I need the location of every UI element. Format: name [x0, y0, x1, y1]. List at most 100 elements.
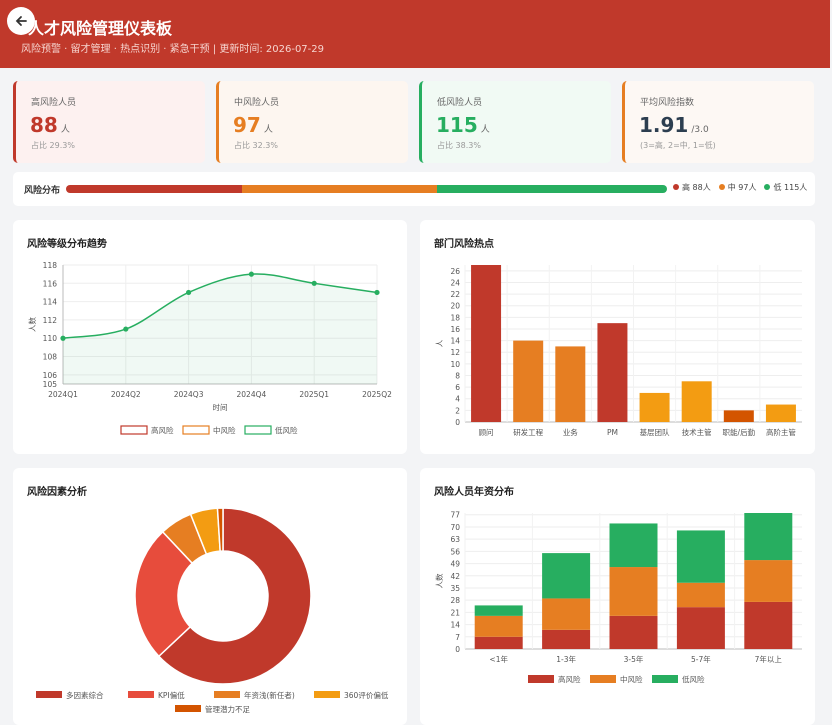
back-button[interactable] — [7, 7, 35, 35]
y-tick-label: 12 — [450, 348, 460, 357]
y-tick-label: 70 — [450, 523, 460, 532]
y-tick-label: 10 — [450, 360, 460, 369]
distribution-label: 风险分布 — [24, 186, 61, 196]
department-card: 部门风险热点 0 2 4 6 8 10 12 14 16 18 20 22 24 26 人顾问 研发工程 业务 P… — [420, 220, 815, 454]
factor-donut-chart: 多因素综合 KPI偏低 年资浅(新任者) 360评价偏低管理潜力不足 — [36, 507, 389, 714]
distribution-segment — [436, 185, 667, 193]
legend-label: KPI偏低 — [158, 690, 185, 700]
y-tick-label: 14 — [450, 337, 460, 346]
stacked-bar-segment — [474, 605, 523, 616]
trend-chart: 105106 108 110 112 114 116 118 2024Q1 2024Q2 2024… — [27, 261, 392, 435]
y-tick-label: 108 — [43, 353, 58, 362]
x-tick-label: 1-3年 — [556, 654, 576, 664]
legend-swatch — [214, 691, 240, 698]
kpi-note: 占比 29.3% — [31, 141, 75, 150]
x-tick-label: 基层团队 — [640, 427, 670, 437]
x-tick-label: 2024Q1 — [48, 390, 78, 399]
distribution-track — [66, 185, 667, 193]
distribution-legend-item: 低 115人 — [764, 182, 807, 193]
stacked-bar-segment — [542, 553, 591, 599]
bar — [639, 392, 670, 422]
tenure-card: 风险人员年资分布 0 7 14 21 28 35 42 49 56 63 70 77 人数 <1年 1-3年… — [420, 468, 815, 725]
legend-dot — [673, 184, 679, 190]
y-tick-label: 114 — [43, 298, 58, 307]
legend-swatch — [314, 691, 340, 698]
trend-card: 风险等级分布趋势 105 106 108 110 112 114 116 118 2024Q1 2… — [13, 220, 407, 454]
kpi-note: 占比 38.3% — [437, 141, 481, 150]
legend-label: 中风险 — [213, 425, 236, 435]
legend-dot — [718, 184, 725, 190]
legend-swatch — [36, 691, 62, 698]
risk-distribution-bar: 风险分布 高 88人中 97人低 115人 — [13, 172, 815, 206]
y-tick-label: 4 — [455, 395, 460, 404]
y-tick-label: 63 — [450, 535, 460, 544]
y-tick-label: 24 — [450, 278, 460, 287]
legend-dot — [764, 184, 771, 190]
y-tick-label: 42 — [450, 572, 460, 581]
legend-label: 高风险 — [151, 425, 174, 435]
kpi-label: 中风险人员 — [234, 98, 280, 108]
x-tick-label: 高阶主管 — [766, 427, 796, 437]
kpi-card-high-risk: 高风险人员 88 人 占比 29.3% — [13, 81, 205, 163]
distribution-segment — [66, 185, 243, 193]
legend-label: 年资浅(新任者) — [244, 690, 295, 700]
legend-swatch — [652, 675, 678, 683]
app-header: 人才风险管理仪表板 风险预警 · 留才管理 · 热点识别 · 紧急干预 | 更新… — [0, 0, 830, 68]
kpi-card-medium-risk: 中风险人员 97 人 占比 32.3% — [216, 81, 408, 163]
kpi-number: 115 — [436, 113, 478, 137]
y-tick-label: 21 — [450, 608, 460, 617]
arrow-left-icon — [15, 16, 27, 26]
y-tick-label: 56 — [450, 547, 460, 556]
legend-swatch — [128, 691, 154, 698]
y-axis-label: 人数 — [434, 573, 444, 588]
x-tick-label: 2025Q2 — [362, 390, 392, 399]
bar — [765, 404, 796, 422]
y-tick-label: 118 — [43, 261, 58, 270]
y-tick-label: 8 — [455, 371, 460, 380]
kpi-label: 高风险人员 — [31, 98, 77, 108]
legend-swatch — [590, 675, 616, 683]
x-tick-label: 7年以上 — [755, 654, 783, 664]
y-tick-label: 28 — [450, 596, 460, 605]
kpi-unit: 人 — [263, 125, 273, 135]
legend-swatch — [175, 705, 201, 712]
x-tick-label: 研发工程 — [513, 427, 543, 437]
series-area — [63, 273, 377, 384]
stacked-bar-segment — [744, 513, 793, 561]
y-tick-label: 77 — [450, 511, 460, 520]
x-tick-label: 5-7年 — [691, 654, 711, 664]
y-tick-label: 105 — [43, 380, 58, 389]
y-axis-label: 人 — [435, 339, 444, 347]
bar — [513, 340, 544, 422]
bar — [597, 323, 628, 422]
x-tick-label: 2024Q3 — [174, 390, 204, 399]
y-tick-label: 16 — [450, 325, 460, 334]
distribution-segment — [242, 185, 437, 193]
data-point — [374, 289, 380, 296]
kpi-value: 97 人 — [233, 113, 273, 137]
legend-swatch — [120, 425, 148, 435]
kpi-label: 平均风险指数 — [640, 98, 695, 108]
legend-swatch — [528, 675, 554, 683]
y-tick-label: 26 — [450, 267, 460, 276]
y-tick-label: 20 — [450, 302, 460, 311]
bar — [555, 346, 586, 422]
bar — [471, 265, 502, 422]
stacked-bar-segment — [542, 598, 591, 630]
data-point — [186, 289, 192, 296]
distribution-legend-item: 高 88人 — [673, 182, 711, 193]
y-tick-label: 7 — [455, 633, 460, 642]
data-point — [60, 335, 66, 341]
tenure-chart: 0 7 14 21 28 35 42 49 56 63 70 77 人数 <1年 1-3年 3-5年 5-7年 7… — [434, 511, 802, 684]
legend-label: 低风险 — [275, 425, 298, 435]
stacked-bar-segment — [676, 530, 725, 583]
y-tick-label: 106 — [43, 371, 58, 380]
legend-label: 高风险 — [558, 674, 581, 684]
y-tick-label: 14 — [450, 621, 460, 630]
x-tick-label: 职能/后勤 — [723, 427, 756, 437]
data-point — [311, 280, 317, 286]
kpi-card-low-risk: 低风险人员 115 人 占比 38.3% — [419, 81, 611, 163]
y-tick-label: 2 — [455, 406, 460, 415]
kpi-number: 1.91 — [639, 113, 689, 137]
legend-swatch — [244, 425, 272, 435]
